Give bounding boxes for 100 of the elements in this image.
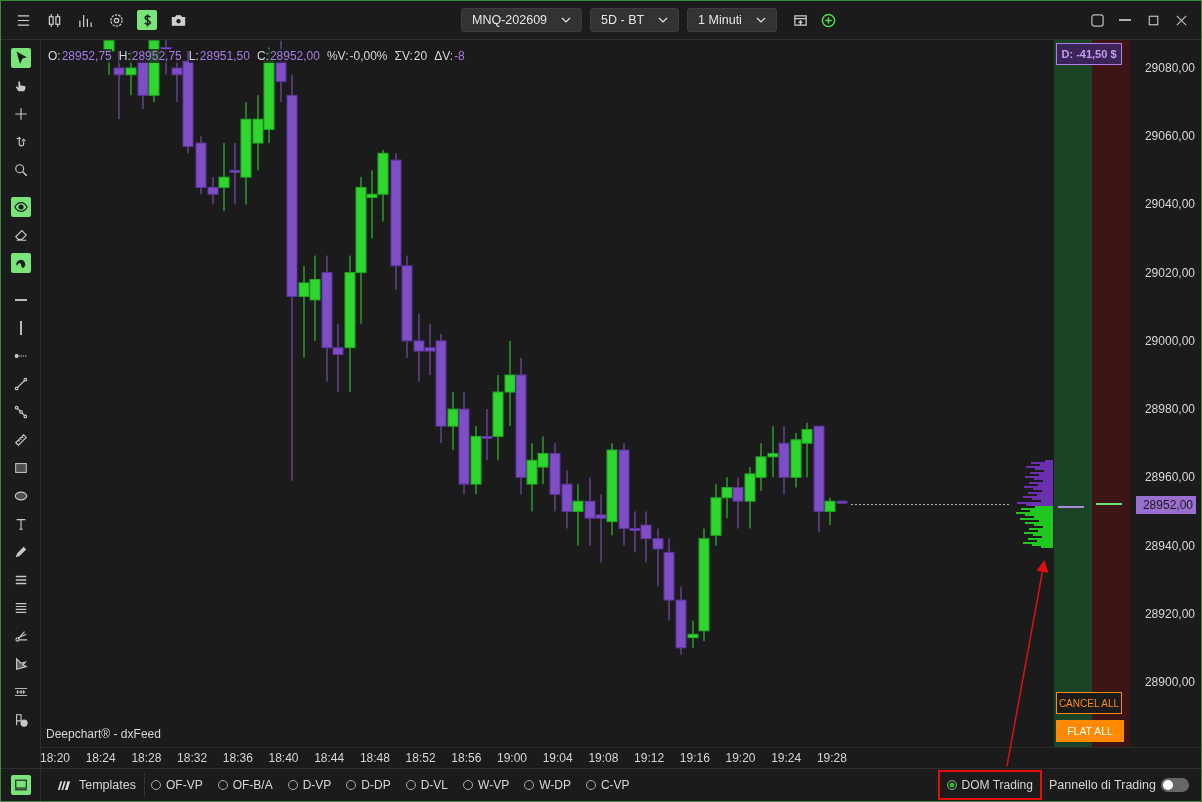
candle (595, 493, 607, 564)
time-label: 19:28 (815, 751, 848, 766)
template-option[interactable]: OF-VP (151, 778, 203, 792)
candle (790, 432, 802, 489)
time-label: 18:52 (404, 751, 437, 766)
candle (572, 483, 584, 547)
price-label: 29040,00 (1143, 196, 1195, 213)
zoom-icon (13, 163, 28, 177)
price-label: 28920,00 (1143, 605, 1195, 622)
data-source-label: Deepchart® - dxFeed (46, 727, 161, 742)
chevron-icon (658, 17, 669, 23)
candle (755, 442, 767, 492)
lines4-icon (13, 601, 28, 615)
template-option[interactable]: D-VP (287, 778, 332, 792)
template-option[interactable]: D-VL (405, 778, 449, 792)
dropdown[interactable]: MNQ-202609 (461, 8, 583, 32)
position-icon (13, 713, 28, 727)
camera-icon (170, 12, 186, 28)
dom-trading-option[interactable]: DOM Trading (946, 778, 1033, 792)
menu-icon (15, 12, 31, 28)
chevron-icon (561, 17, 572, 23)
candle (584, 476, 596, 547)
dropdown[interactable]: 1 Minuti (687, 8, 777, 32)
template-option[interactable]: W-DP (524, 778, 571, 792)
trading-panel-label: Pannello di Trading (1048, 778, 1156, 792)
price-label: 29080,00 (1143, 60, 1195, 76)
time-label: 18:40 (267, 751, 300, 766)
candle (767, 425, 779, 478)
time-label: 19:12 (633, 751, 666, 766)
price-label: 28960,00 (1143, 469, 1195, 486)
candle (537, 435, 549, 485)
chevron-icon (755, 17, 766, 23)
pencil-icon (13, 545, 28, 559)
ohlc-stat: H:28952,75 (118, 49, 182, 63)
tool-button[interactable] (10, 253, 31, 273)
candle (640, 510, 652, 564)
template-option[interactable]: OF-B/A (217, 778, 273, 792)
template-option[interactable]: W-VP (463, 778, 510, 792)
popout-icon (793, 12, 809, 28)
price-label: 29020,00 (1143, 264, 1195, 281)
price-label: 28900,00 (1143, 673, 1195, 690)
time-label: 19:04 (541, 751, 574, 766)
line-icon (13, 377, 28, 391)
candle (744, 466, 756, 529)
monitor-icon (13, 778, 28, 792)
time-label: 18:56 (450, 751, 483, 766)
pattern-icon (13, 657, 28, 671)
tool-button[interactable] (10, 197, 31, 217)
time-label: 18:44 (313, 751, 346, 766)
pointer-icon (13, 51, 28, 65)
price-marker (1058, 505, 1084, 508)
ruler-icon (13, 433, 28, 447)
time-label: 18:28 (130, 751, 163, 766)
minimize-icon (1119, 19, 1131, 21)
price-label: 28940,00 (1143, 537, 1195, 554)
toggle-switch[interactable] (1161, 778, 1189, 792)
price-label: 29060,00 (1143, 128, 1195, 145)
time-label: 18:48 (358, 751, 391, 766)
ohlc-stat: C:28952,00 (256, 49, 320, 63)
price-label: 29000,00 (1143, 332, 1195, 349)
template-option[interactable]: C-VP (585, 778, 630, 792)
ellipse-icon (13, 489, 28, 503)
monitor-button[interactable] (10, 775, 31, 795)
candles-icon (46, 12, 62, 28)
bars-icon (77, 12, 93, 28)
layout-icon (1089, 12, 1105, 28)
time-label: 18:36 (221, 751, 254, 766)
time-label: 19:20 (724, 751, 757, 766)
time-label: 18:20 (39, 751, 71, 766)
templates-icon (57, 779, 71, 791)
time-label: 19:08 (587, 751, 620, 766)
candle (778, 425, 790, 495)
candle (652, 528, 664, 587)
time-label: 19:00 (496, 751, 528, 766)
current-price-label: 28952,00 (1136, 495, 1196, 514)
ohlc-stat: ΔV:-8 (434, 49, 465, 63)
dropdown[interactable]: 5D - BT (590, 8, 680, 32)
eye-icon (13, 200, 28, 214)
rect-icon (13, 461, 28, 475)
hline-icon (14, 299, 27, 301)
time-label: 19:16 (678, 751, 711, 766)
lines3-icon (13, 573, 28, 587)
template-option[interactable]: D-DP (346, 778, 391, 792)
eraser-icon (13, 228, 28, 242)
tool-button[interactable] (10, 48, 31, 68)
time-label: 18:32 (176, 751, 209, 766)
pnl-badge: D: -41,50 $ (1056, 43, 1122, 65)
ohlc-stat: L:28951,50 (188, 49, 250, 63)
time-label: 18:24 (84, 751, 117, 766)
price-marker (1096, 502, 1122, 505)
add-icon (821, 12, 837, 28)
crosshair-icon (13, 107, 28, 121)
settings-icon (108, 12, 124, 28)
ohlc-stat: %V:-0,00% (326, 49, 388, 63)
hand-icon (13, 79, 28, 93)
polyline-icon (13, 405, 28, 419)
ohlc-stat: ΣV:20 (394, 49, 428, 63)
candle (561, 470, 573, 529)
order-button[interactable]: CANCEL ALL (1056, 692, 1122, 714)
toolbar-button[interactable] (137, 10, 157, 30)
